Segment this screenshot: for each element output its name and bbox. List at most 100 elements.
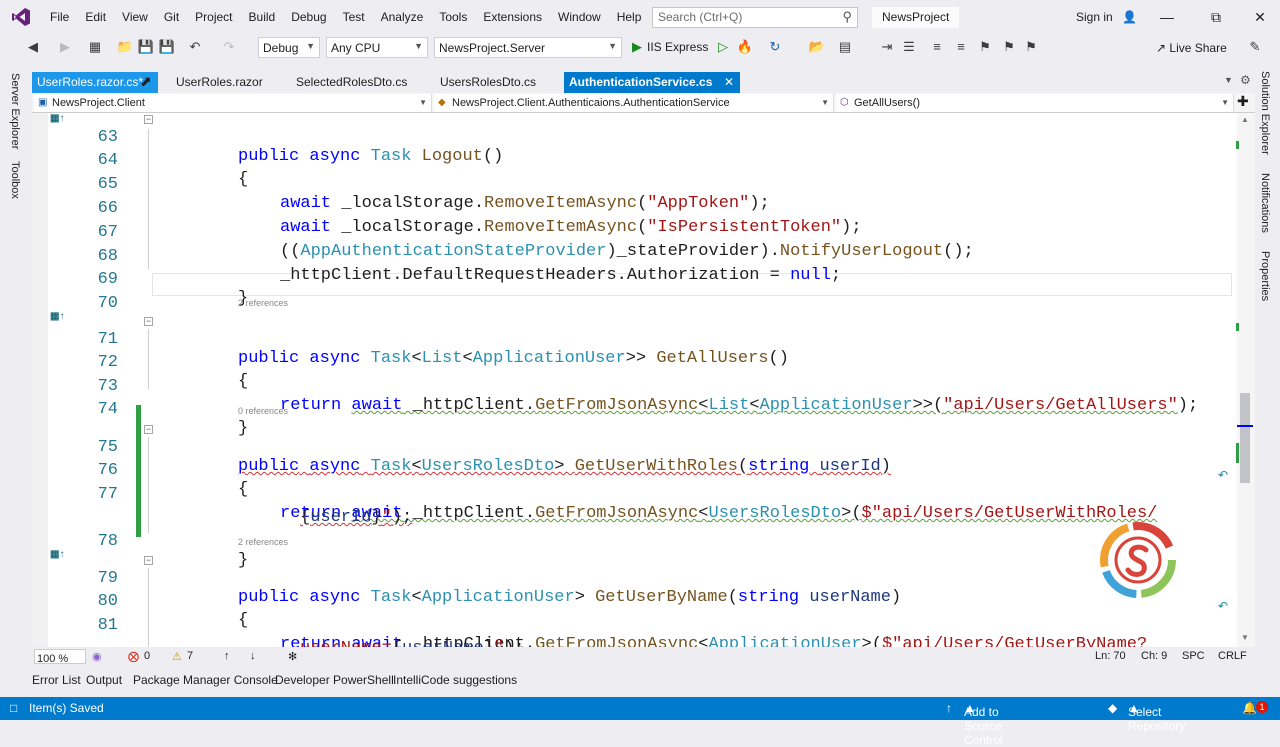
bookmark-icon[interactable]: ⚑ (976, 38, 994, 56)
run-target-label[interactable]: IIS Express (647, 40, 708, 54)
startup-project-select[interactable]: NewsProject.Server ▼ (434, 37, 622, 58)
indent-indicator[interactable]: SPC (1182, 650, 1205, 662)
warning-icon[interactable]: ⚠ (172, 650, 182, 663)
add-to-source-control-button[interactable]: Add to Source Control ▲ (964, 701, 1003, 747)
tab-userroles-razor[interactable]: UserRoles.razor (171, 72, 289, 93)
platform-select[interactable]: Any CPU ▼ (326, 37, 428, 58)
menu-build[interactable]: Build (241, 0, 284, 34)
project-dropdown[interactable]: ▣ NewsProject.Client ▼ (34, 94, 432, 112)
undo-icon[interactable]: ↶ (186, 38, 204, 56)
select-repository-label: Select Repository (1128, 705, 1186, 733)
menu-tools[interactable]: Tools (431, 0, 475, 34)
tab-output[interactable]: Output (86, 673, 122, 687)
column-indicator[interactable]: Ch: 9 (1141, 650, 1167, 662)
editor-status-bar: 100 % ◉ ⨂ 0 ⚠ 7 ↑ ↓ ✻ Ln: 70 Ch: 9 SPC C… (32, 647, 1255, 667)
minimize-icon[interactable]: — (1156, 6, 1178, 28)
error-icon[interactable]: ⨂ (128, 650, 139, 663)
menu-view[interactable]: View (114, 0, 156, 34)
zoom-select[interactable]: 100 % (34, 649, 86, 665)
tab-intellicode-suggestions[interactable]: IntelliCode suggestions (393, 673, 517, 687)
member-dropdown[interactable]: ⬡ GetAllUsers() ▼ (836, 94, 1234, 112)
start-debugging-icon[interactable]: ▶ (628, 38, 646, 56)
close-tab-icon[interactable]: ✕ (724, 72, 734, 93)
server-explorer-tab[interactable]: Server Explorer (9, 73, 21, 149)
code-cleanup-icon[interactable]: ✻ (288, 650, 297, 663)
status-bar: □ Item(s) Saved ↑ Add to Source Control … (0, 697, 1280, 747)
properties-tab[interactable]: Properties (1259, 251, 1271, 301)
menu-help[interactable]: Help (609, 0, 650, 34)
menu-analyze[interactable]: Analyze (373, 0, 432, 34)
menu-git[interactable]: Git (156, 0, 187, 34)
scroll-down-icon[interactable]: ▼ (1241, 633, 1249, 642)
scroll-up-icon[interactable]: ▲ (1241, 115, 1249, 124)
solution-explorer-tab[interactable]: Solution Explorer (1259, 71, 1271, 155)
hot-reload-icon[interactable]: 🔥 (736, 38, 754, 56)
menu-edit[interactable]: Edit (77, 0, 114, 34)
tab-authenticationservice[interactable]: AuthenticationService.cs ✕ (564, 72, 740, 93)
codelens-references[interactable]: 0 references (238, 406, 288, 416)
admin-icon[interactable]: ✎ (1246, 38, 1264, 56)
tab-selectedrolesdto[interactable]: SelectedRolesDto.cs (291, 72, 431, 93)
menu-window[interactable]: Window (550, 0, 609, 34)
visual-studio-logo-icon[interactable] (0, 0, 42, 34)
next-issue-icon[interactable]: ↓ (250, 650, 256, 662)
feedback-person-icon[interactable]: 👤 (1122, 10, 1137, 24)
settings-gear-icon[interactable]: ⚙ (1240, 73, 1251, 87)
close-window-icon[interactable]: ✕ (1249, 6, 1271, 28)
type-dropdown[interactable]: ◆ NewsProject.Client.Authenticaions.Auth… (434, 94, 834, 112)
configuration-select[interactable]: Debug ▼ (258, 37, 320, 58)
sign-in-link[interactable]: Sign in 👤 (1076, 10, 1137, 24)
select-repository-button[interactable]: Select Repository ▲ (1128, 701, 1185, 733)
split-editor-icon[interactable]: ✚ (1237, 93, 1249, 110)
token: { (392, 639, 402, 647)
menu-project[interactable]: Project (187, 0, 240, 34)
vertical-scrollbar[interactable]: ▲ ▼ (1236, 113, 1255, 647)
toolbox-tab[interactable]: Toolbox (9, 161, 21, 199)
scrollbar-thumb[interactable] (1240, 393, 1250, 483)
start-without-debugging-icon[interactable]: ▷ (714, 38, 732, 56)
mouse-cursor-icon: ⬈ (140, 73, 152, 89)
tab-error-list[interactable]: Error List (32, 673, 81, 687)
live-share-button[interactable]: ↗ Live Share (1156, 41, 1227, 55)
menu-test[interactable]: Test (335, 0, 373, 34)
code-editor[interactable]: − − − − ▦↑ ▦↑ ▦↑ 63 public async Task Lo… (32, 113, 1255, 647)
line-indicator[interactable]: Ln: 70 (1095, 650, 1126, 662)
notification-bell-icon[interactable]: 🔔 (1242, 701, 1257, 715)
bookmark-next-icon[interactable]: ⚑ (1000, 38, 1018, 56)
codelens-references[interactable]: 2 references (238, 298, 288, 308)
menu-extensions[interactable]: Extensions (475, 0, 550, 34)
new-project-icon[interactable]: ▦ (86, 38, 104, 56)
save-icon[interactable]: 💾 (137, 38, 155, 56)
menu-bar: File Edit View Git Project Build Debug T… (0, 0, 1280, 34)
browse-folder-icon[interactable]: 📂 (808, 38, 826, 56)
layout-icon[interactable]: ▤ (836, 38, 854, 56)
search-input[interactable]: Search (Ctrl+Q) ⚲ (652, 7, 858, 28)
comment-icon[interactable]: ≡ (928, 38, 946, 56)
bookmark-prev-icon[interactable]: ⚑ (1022, 38, 1040, 56)
tab-developer-powershell[interactable]: Developer PowerShell (275, 673, 394, 687)
refresh-icon[interactable]: ↻ (766, 38, 784, 56)
source-control-up-icon: ↑ (946, 701, 952, 715)
open-file-icon[interactable]: 📁 (116, 38, 134, 56)
redo-icon[interactable]: ↷ (220, 38, 238, 56)
menu-file[interactable]: File (42, 0, 77, 34)
intellicode-icon[interactable]: ◉ (92, 650, 102, 663)
navigate-forward-icon[interactable]: ▶ (56, 38, 74, 56)
navigate-back-icon[interactable]: ◀ (24, 38, 42, 56)
step-icon[interactable]: ⇥ (878, 38, 896, 56)
menu-debug[interactable]: Debug (283, 0, 334, 34)
save-all-icon[interactable]: 💾 (158, 38, 176, 56)
type-name: NewsProject.Client.Authenticaions.Authen… (452, 97, 730, 109)
line-ending-indicator[interactable]: CRLF (1218, 650, 1247, 662)
uncomment-icon[interactable]: ≡ (952, 38, 970, 56)
format-icon[interactable]: ☰ (900, 38, 918, 56)
chevron-down-icon: ▼ (419, 98, 427, 107)
codelens-references[interactable]: 2 references (238, 537, 288, 547)
notifications-tab[interactable]: Notifications (1259, 173, 1271, 233)
tab-overflow-chevron-icon[interactable]: ▼ (1224, 75, 1233, 85)
previous-issue-icon[interactable]: ↑ (224, 650, 230, 662)
tab-package-manager-console[interactable]: Package Manager Console (133, 673, 278, 687)
line-number: 74 (97, 400, 118, 419)
maximize-icon[interactable]: ⧉ (1205, 6, 1227, 28)
tab-usersrolesdto[interactable]: UsersRolesDto.cs (435, 72, 561, 93)
